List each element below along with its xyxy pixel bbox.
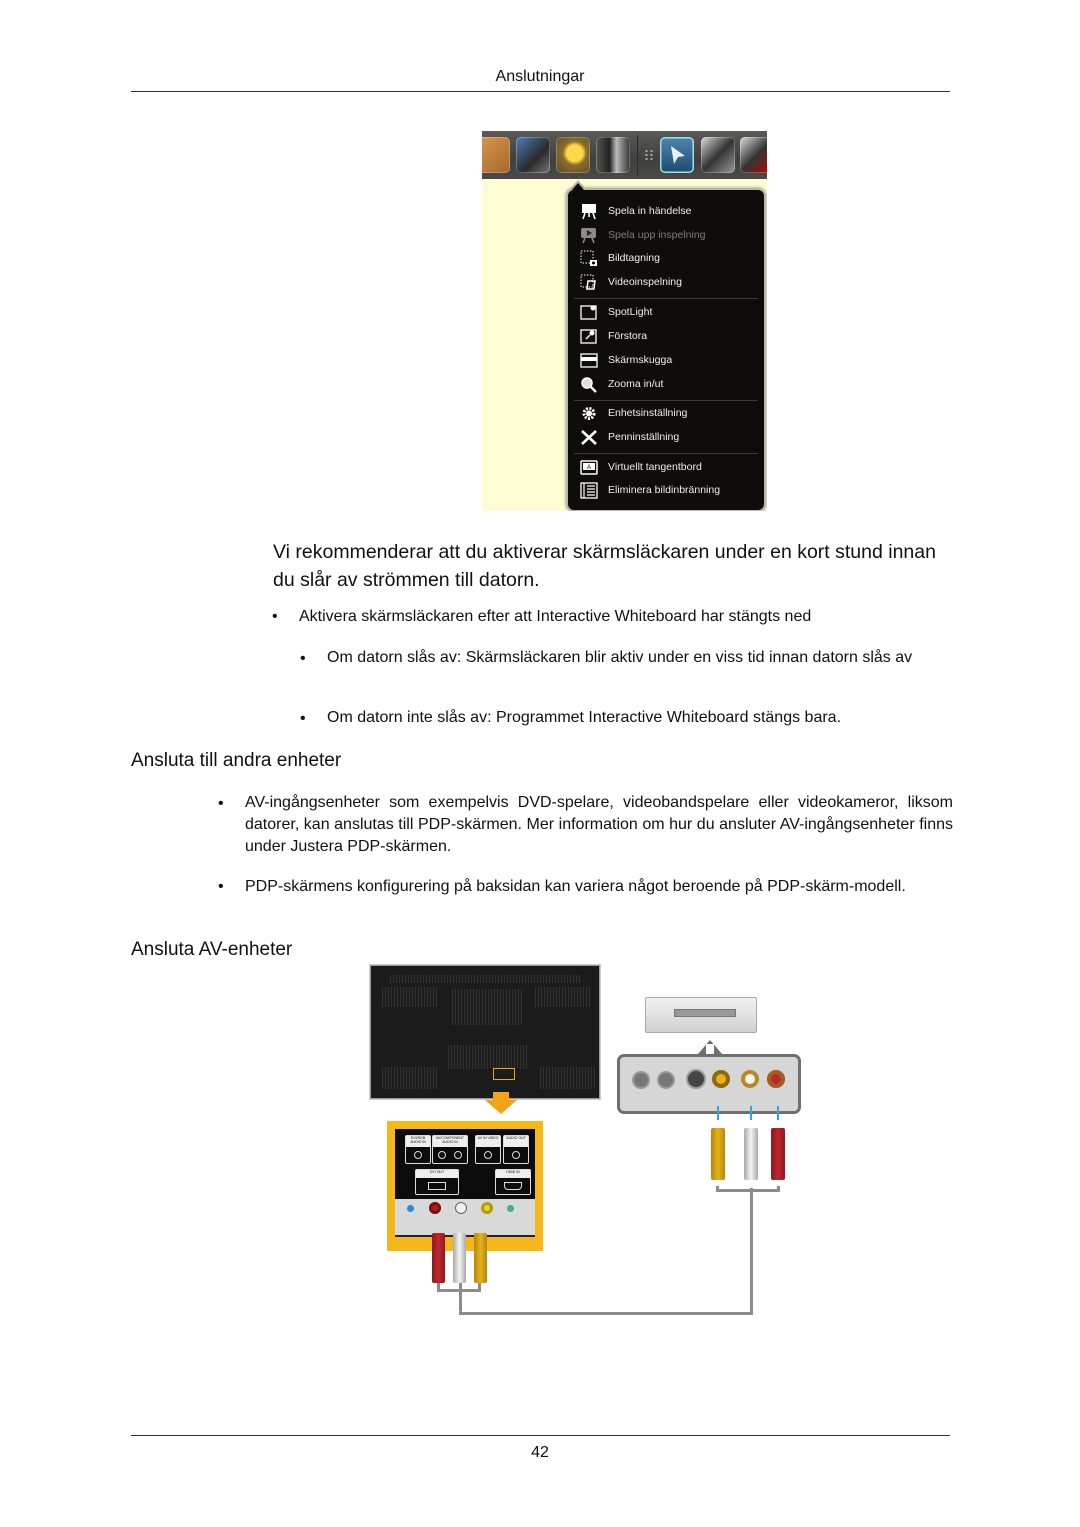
menu-item-eliminate-burn-in[interactable]: Eliminera bildinbränning: [568, 480, 764, 502]
port-s-video-out: [686, 1069, 706, 1089]
port-audio-out: AUDIO OUT: [503, 1135, 529, 1164]
yellow-rca-plug: [711, 1128, 725, 1180]
menu-separator: [574, 400, 758, 401]
red-rca-plug: [771, 1128, 785, 1180]
tools-dropdown-menu: Spela in händelse Spela upp inspelning B…: [566, 188, 766, 511]
menu-item-device-settings[interactable]: Enhetsinställning: [568, 403, 764, 425]
port-audio-out-right: [767, 1070, 785, 1088]
port-audio-out-left: [741, 1070, 759, 1088]
blue-arrow-icon: [717, 1106, 719, 1120]
svg-text:A: A: [587, 465, 591, 471]
blue-arrow-icon: [750, 1106, 752, 1120]
port-av-component-audio-in: AV/COMPONENT AUDIO IN: [432, 1135, 468, 1164]
white-rca-plug: [744, 1128, 758, 1180]
menu-item-pen-settings[interactable]: Penninställning: [568, 427, 764, 449]
port-hdmi-in: HDMI IN: [495, 1169, 531, 1195]
port-dvi-out: DVI OUT: [415, 1169, 459, 1195]
bullet-glyph: •: [300, 710, 306, 727]
pdp-display-back: [369, 964, 601, 1100]
notice-sub-bullet: Om datorn inte slås av: Programmet Inter…: [327, 709, 842, 726]
menu-item-magnify[interactable]: Förstora: [568, 326, 764, 348]
burn-in-icon: [580, 482, 598, 499]
toolbar-separator: [637, 135, 638, 175]
notice-sub-bullet: Om datorn slås av: Skärmsläckaren blir a…: [327, 649, 913, 666]
running-header: Anslutningar: [495, 68, 585, 85]
zoom-icon: [581, 377, 597, 393]
menu-item-zoom[interactable]: Zooma in/ut: [568, 374, 764, 396]
white-rca-plug: [453, 1233, 466, 1283]
bullet-glyph: •: [300, 650, 306, 667]
cable: [459, 1312, 752, 1315]
cable: [750, 1188, 753, 1315]
bullet-glyph: •: [272, 608, 278, 625]
notice-heading: Vi rekommenderar att du aktiverar skärms…: [273, 541, 936, 591]
toolbar: [482, 131, 767, 179]
record-camera-icon: [582, 204, 596, 220]
keyboard-icon: A: [580, 460, 598, 475]
menu-item-virtual-keyboard[interactable]: A Virtuellt tangentbord: [568, 457, 764, 479]
disc-tray: [674, 1009, 736, 1017]
header-rule: [131, 91, 950, 92]
red-rca-plug: [432, 1233, 445, 1283]
menu-separator: [574, 453, 758, 454]
section-bullet: AV-ingångsenheter som exempelvis DVD-spe…: [245, 794, 953, 855]
port-ant-out: [657, 1071, 675, 1089]
video-capture-icon: [580, 274, 596, 290]
pdp-port-panel: DVI/RGB AUDIO IN AV/COMPONENT AUDIO IN A…: [387, 1121, 543, 1251]
bullet-glyph: •: [218, 878, 224, 895]
port-ant-in: [632, 1071, 650, 1089]
bullet-glyph: •: [218, 795, 224, 812]
play-recording-icon: [581, 228, 596, 244]
cable: [459, 1283, 462, 1313]
spotlight-icon: [580, 305, 597, 320]
notice-bullet: Aktivera skärmsläckaren efter att Intera…: [299, 608, 812, 625]
red-pen-icon[interactable]: [740, 137, 767, 173]
menu-pointer-inner: [572, 183, 584, 190]
cable: [716, 1189, 780, 1192]
menu-item-play-recording[interactable]: Spela upp inspelning: [568, 225, 764, 247]
menu-item-screen-shade[interactable]: Skärmskugga: [568, 350, 764, 372]
port-video-out: [712, 1070, 730, 1088]
menu-item-record-event[interactable]: Spela in händelse: [568, 201, 764, 223]
port-highlight: [493, 1068, 515, 1080]
dvd-rear-panel: [617, 1054, 801, 1114]
yellow-rca-plug: [474, 1233, 487, 1283]
port-av-in-video: AV IN VIDEO: [475, 1135, 501, 1164]
toolbar-grip-icon[interactable]: [644, 149, 654, 161]
magic-star-icon[interactable]: [556, 137, 590, 173]
menu-item-screen-capture[interactable]: Bildtagning: [568, 248, 764, 270]
footer-rule: [131, 1435, 950, 1436]
menu-item-spotlight[interactable]: SpotLight: [568, 302, 764, 324]
section-heading: Ansluta AV-enheter: [131, 939, 293, 960]
screen-shade-icon: [580, 353, 598, 368]
menu-item-video-capture[interactable]: Videoinspelning: [568, 272, 764, 294]
port-dvi-rgb-audio-in: DVI/RGB AUDIO IN: [405, 1135, 431, 1164]
gear-icon: [582, 407, 596, 420]
ruler-pencil-icon[interactable]: [482, 137, 510, 173]
page-number: 42: [531, 1444, 549, 1461]
section-heading: Ansluta till andra enheter: [131, 750, 342, 771]
arrow-down-icon-head: [485, 1100, 517, 1114]
menu-separator: [574, 298, 758, 299]
screen-capture-icon: [580, 250, 597, 266]
pen-icon[interactable]: [701, 137, 735, 173]
section-bullet: PDP-skärmens konfigurering på baksidan k…: [245, 878, 906, 895]
tools-cross-icon: [581, 430, 597, 445]
pointer-arrow-icon[interactable]: [660, 137, 694, 173]
dvd-player: [645, 997, 757, 1033]
markers-icon[interactable]: [596, 137, 630, 173]
blue-arrow-icon: [777, 1106, 779, 1120]
magnify-icon: [580, 329, 597, 344]
tools-icon[interactable]: [516, 137, 550, 173]
whiteboard-screenshot: Spela in händelse Spela upp inspelning B…: [482, 131, 767, 511]
